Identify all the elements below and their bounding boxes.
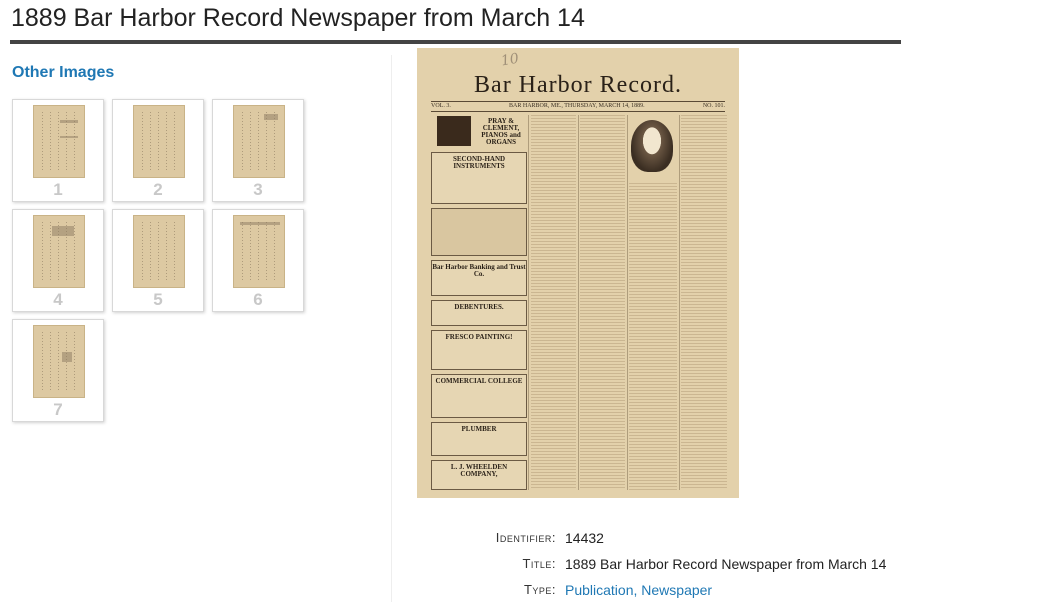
portrait-illustration (631, 120, 673, 172)
masthead-rule (431, 101, 725, 102)
title-underline (10, 40, 901, 44)
ad-pray-clement: PRAY & CLEMENT, PIANOS and ORGANS (475, 114, 527, 150)
handwritten-note: 10 (499, 50, 521, 70)
ad-debentures-text: DEBENTURES. (454, 303, 504, 311)
identifier-value: 14432 (565, 530, 604, 546)
column-rule (578, 115, 579, 490)
ad-second-hand-text: SECOND-HAND INSTRUMENTS (452, 155, 506, 170)
thumbnail-5[interactable]: 5 (112, 209, 204, 312)
text-column (681, 115, 727, 490)
identifier-label: Identifier: (495, 530, 556, 545)
ad-wheelden: L. J. WHEELDEN COMPANY, (431, 460, 527, 490)
thumbnail-1[interactable]: 1 (12, 99, 104, 202)
thumbnail-image (233, 215, 285, 288)
text-column (629, 183, 677, 490)
column-rule (679, 115, 680, 490)
thumbnail-6[interactable]: 6 (212, 209, 304, 312)
ad-plumber: PLUMBER (431, 422, 527, 456)
ad-banking: Bar Harbor Banking and Trust Co. (431, 260, 527, 296)
type-label: Type: (523, 582, 556, 597)
thumbnail-image (133, 105, 185, 178)
column-rule (528, 115, 529, 490)
ad-pray-clement-text: PRAY & CLEMENT, PIANOS and ORGANS (481, 117, 521, 146)
type-link-publication[interactable]: Publication (565, 582, 634, 598)
type-value: Publication, Newspaper (565, 582, 712, 598)
dateline-number: NO. 101. (702, 103, 725, 109)
thumbnail-3[interactable]: 3 (212, 99, 304, 202)
newspaper-main-image[interactable]: 10 Bar Harbor Record. VOL. 3. BAR HARBOR… (417, 48, 739, 498)
text-column (531, 115, 576, 490)
thumbnail-number: 4 (53, 290, 63, 309)
thumbnail-image (33, 215, 85, 288)
dateline-volume: VOL. 3. (431, 103, 451, 109)
ad-fresco-text: FRESCO PAINTING! (445, 333, 513, 341)
ad-debentures: DEBENTURES. (431, 300, 527, 326)
ad-second-hand: SECOND-HAND INSTRUMENTS (431, 152, 527, 204)
ad-college-text: COMMERCIAL COLLEGE (435, 377, 523, 385)
thumbnail-image (33, 105, 85, 178)
ad-banking-text: Bar Harbor Banking and Trust Co. (432, 263, 526, 278)
column-rule (627, 115, 628, 490)
ad-plumber-text: PLUMBER (461, 425, 497, 433)
thumbnail-image (233, 105, 285, 178)
thumbnail-image (33, 325, 85, 398)
ad-college: COMMERCIAL COLLEGE (431, 374, 527, 418)
dateline-rule (431, 111, 725, 112)
thumbnail-7[interactable]: 7 (12, 319, 104, 422)
title-label: Title: (522, 556, 556, 571)
thumbnail-number: 2 (153, 180, 163, 199)
newspaper-dateline: VOL. 3. BAR HARBOR, ME., THURSDAY, MARCH… (431, 103, 725, 109)
thumbnail-number: 7 (53, 400, 63, 419)
text-column (580, 115, 625, 490)
type-link-newspaper[interactable]: Newspaper (641, 582, 712, 598)
thumbnail-image (133, 215, 185, 288)
thumbnail-number: 5 (153, 290, 163, 309)
thumbnail-number: 3 (253, 180, 263, 199)
title-value: 1889 Bar Harbor Record Newspaper from Ma… (565, 556, 887, 572)
dateline-center: BAR HARBOR, ME., THURSDAY, MARCH 14, 188… (509, 103, 645, 109)
ad-fresco: FRESCO PAINTING! (431, 330, 527, 370)
thumbnail-number: 1 (53, 180, 63, 199)
newspaper-masthead: Bar Harbor Record. (474, 72, 682, 98)
thumbnail-2[interactable]: 2 (112, 99, 204, 202)
page-title: 1889 Bar Harbor Record Newspaper from Ma… (11, 4, 585, 32)
piano-illustration (437, 116, 471, 146)
ad-wheelden-text: L. J. WHEELDEN COMPANY, (450, 463, 508, 478)
thumbnail-4[interactable]: 4 (12, 209, 104, 312)
other-images-heading[interactable]: Other Images (12, 64, 114, 82)
column-divider (391, 55, 392, 602)
ad-bazaar (431, 208, 527, 256)
thumbnail-number: 6 (253, 290, 263, 309)
